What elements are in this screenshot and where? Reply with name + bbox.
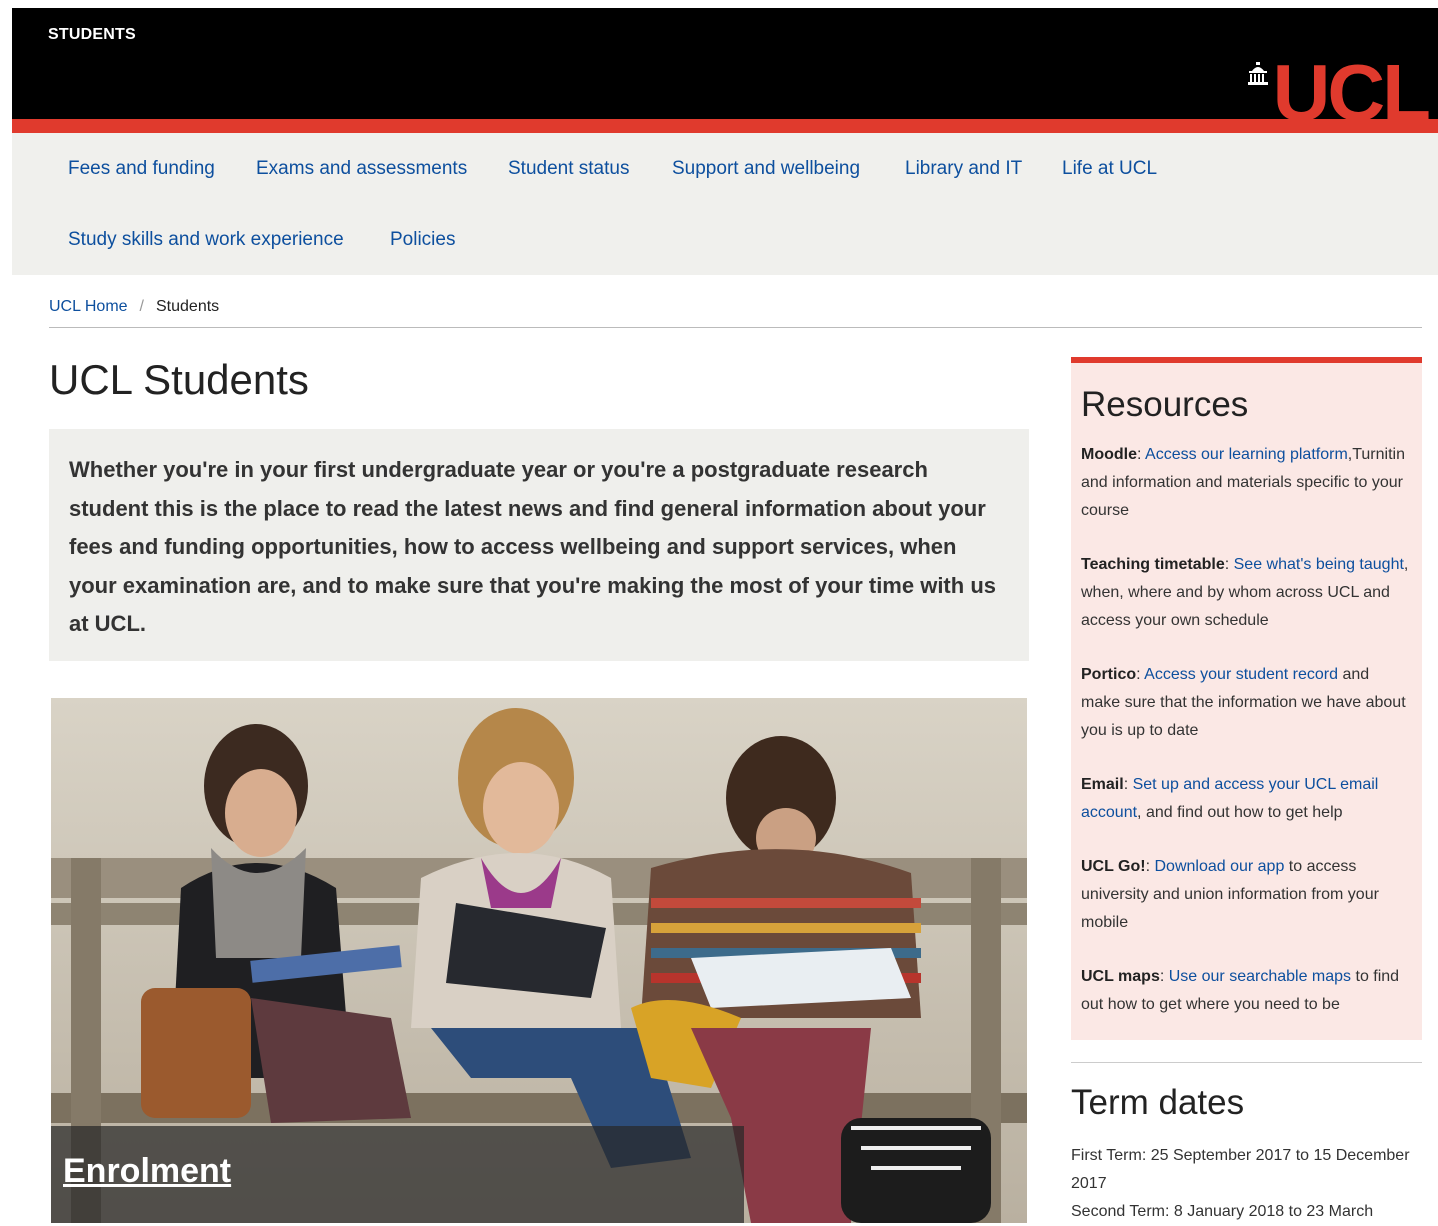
breadcrumb-home-link[interactable]: UCL Home [49,298,128,315]
resource-email: Email: Set up and access your UCL email … [1081,771,1412,827]
page-title: UCL Students [49,356,309,403]
resource-separator: : [1137,446,1146,463]
nav-exams-and-assessments[interactable]: Exams and assessments [256,158,467,180]
section-title[interactable]: STUDENTS [48,26,136,44]
intro-box: Whether you're in your first undergradua… [49,429,1029,661]
nav-support-and-wellbeing[interactable]: Support and wellbeing [672,158,860,180]
hero-image[interactable]: Enrolment [51,698,1027,1223]
breadcrumb: UCL Home / Students [49,298,219,316]
term-dates-list: First Term: 25 September 2017 to 15 Dece… [1071,1142,1416,1226]
resource-name: UCL maps [1081,968,1160,985]
enrolment-link[interactable]: Enrolment [63,1152,231,1191]
resource-moodle: Moodle: Access our learning platform,Tur… [1081,441,1412,525]
ucl-maps-link[interactable]: Use our searchable maps [1169,968,1351,985]
site-header: STUDENTS UCL [12,8,1438,133]
hero-caption: Enrolment [51,1126,744,1223]
term-dates-divider [1071,1062,1422,1063]
resource-name: Email [1081,776,1124,793]
resource-timetable: Teaching timetable: See what's being tau… [1081,551,1412,635]
resource-description: , and find out how to get help [1137,804,1343,821]
second-term-dates: Second Term: 8 January 2018 to 23 March [1071,1203,1374,1220]
nav-student-status[interactable]: Student status [508,158,629,180]
resource-name: Teaching timetable [1081,556,1225,573]
nav-study-skills[interactable]: Study skills and work experience [68,229,344,251]
term-dates-title: Term dates [1071,1083,1245,1122]
first-term-dates: First Term: 25 September 2017 to 15 Dece… [1071,1147,1410,1192]
resource-portico: Portico: Access your student record and … [1081,661,1412,745]
resource-separator: : [1159,968,1169,985]
main-navigation: Fees and funding Exams and assessments S… [12,133,1438,275]
resource-separator: : [1224,556,1234,573]
portico-icon [1247,62,1268,85]
resource-name: Moodle [1081,446,1137,463]
portico-link[interactable]: Access your student record [1144,666,1338,683]
timetable-link[interactable]: See what's being taught [1234,556,1404,573]
breadcrumb-divider [49,327,1422,328]
moodle-link[interactable]: Access our learning platform [1145,446,1348,463]
resource-name: UCL Go! [1081,858,1146,875]
resource-separator: : [1136,666,1145,683]
nav-fees-and-funding[interactable]: Fees and funding [68,158,215,180]
nav-library-and-it[interactable]: Library and IT [905,158,1022,180]
nav-life-at-ucl[interactable]: Life at UCL [1062,158,1157,180]
nav-policies[interactable]: Policies [390,229,455,251]
ucl-go-link[interactable]: Download our app [1154,858,1284,875]
resource-separator: : [1123,776,1133,793]
resource-name: Portico [1081,666,1137,683]
resources-panel: Resources Moodle: Access our learning pl… [1071,357,1422,1040]
resource-ucl-go: UCL Go!: Download our app to access univ… [1081,853,1412,937]
intro-text: Whether you're in your first undergradua… [69,457,996,636]
breadcrumb-current: Students [156,298,220,315]
resources-title: Resources [1081,385,1249,424]
header-accent-bar [12,119,1438,133]
resource-ucl-maps: UCL maps: Use our searchable maps to fin… [1081,963,1412,1019]
ucl-logo-text: UCL [1272,48,1431,137]
breadcrumb-separator: / [139,298,144,315]
